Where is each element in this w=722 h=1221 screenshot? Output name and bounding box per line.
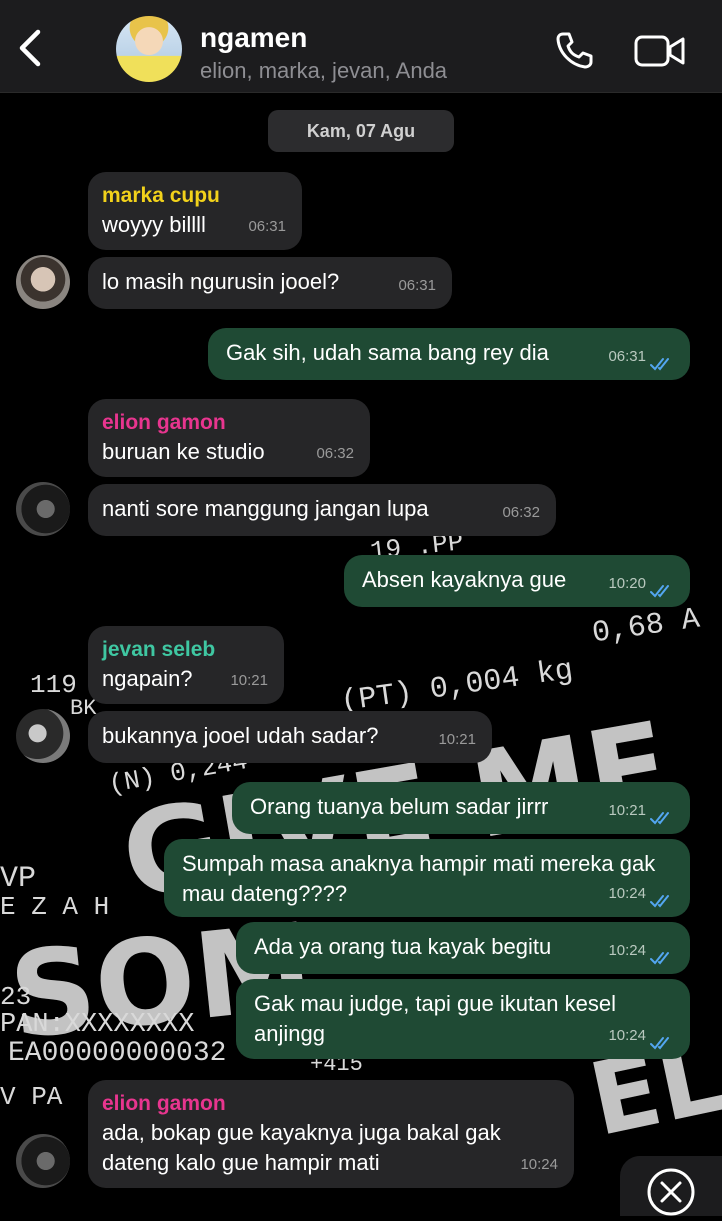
message-time: 10:24	[608, 942, 646, 959]
message-bubble-incoming[interactable]: jevan seleb ngapain? 10:21	[88, 626, 284, 704]
phone-icon[interactable]	[554, 30, 594, 70]
sender-avatar[interactable]	[16, 1134, 70, 1188]
message-bubble-outgoing[interactable]: Absen kayaknya gue 10:20	[344, 555, 690, 607]
back-chevron-icon[interactable]	[14, 26, 50, 70]
message-text: ada, bokap gue kayaknya juga bakal gak d…	[102, 1120, 501, 1175]
message-text: woyyy billll	[102, 212, 206, 237]
message-bubble-incoming[interactable]: bukannya jooel udah sadar? 10:21	[88, 711, 492, 763]
double-check-icon	[650, 812, 669, 825]
wallpaper-text: V PA	[0, 1082, 63, 1112]
message-bubble-incoming[interactable]: elion gamon buruan ke studio 06:32	[88, 399, 370, 477]
wallpaper-text: EA00000000032	[8, 1038, 227, 1069]
message-text: ngapain?	[102, 666, 193, 691]
message-time: 10:24	[608, 885, 646, 902]
message-time: 10:21	[438, 731, 476, 748]
double-check-icon	[650, 1037, 669, 1050]
message-time: 06:31	[248, 218, 286, 235]
message-text: Ada ya orang tua kayak begitu	[254, 934, 552, 959]
wallpaper-text: PAN:XXXXXXXX	[0, 1010, 195, 1040]
message-time: 10:24	[520, 1156, 558, 1173]
message-time: 10:24	[608, 1027, 646, 1044]
message-text: lo masih ngurusin jooel?	[102, 269, 340, 294]
message-bubble-incoming[interactable]: elion gamon ada, bokap gue kayaknya juga…	[88, 1080, 574, 1188]
group-title[interactable]: ngamen	[200, 22, 307, 54]
wallpaper-text: E Z A H	[0, 892, 110, 922]
message-bubble-outgoing[interactable]: Ada ya orang tua kayak begitu 10:24	[236, 922, 690, 974]
message-text: Sumpah masa anaknya hampir mati mereka g…	[182, 851, 656, 906]
message-text: bukannya jooel udah sadar?	[102, 723, 379, 748]
message-text: nanti sore manggung jangan lupa	[102, 496, 429, 521]
double-check-icon	[650, 952, 669, 965]
sender-name: elion gamon	[102, 411, 226, 434]
message-bubble-outgoing[interactable]: Orang tuanya belum sadar jirrr 10:21	[232, 782, 690, 834]
sender-name: elion gamon	[102, 1092, 226, 1115]
chat-header: ngamen elion, marka, jevan, Anda	[0, 0, 722, 93]
wallpaper-text: 0,68 A	[590, 602, 702, 652]
double-check-icon	[650, 585, 669, 598]
message-text: Absen kayaknya gue	[362, 567, 567, 592]
double-check-icon	[650, 358, 669, 371]
message-time: 10:21	[230, 672, 268, 689]
message-time: 06:31	[398, 277, 436, 294]
date-separator: Kam, 07 Agu	[268, 110, 454, 152]
sender-avatar[interactable]	[16, 255, 70, 309]
wallpaper-text: VP	[0, 862, 37, 896]
message-text: Gak sih, udah sama bang rey dia	[226, 340, 549, 365]
sender-name: jevan seleb	[102, 638, 216, 661]
scroll-down-icon	[647, 1168, 695, 1216]
message-bubble-incoming[interactable]: lo masih ngurusin jooel? 06:31	[88, 257, 452, 309]
group-members[interactable]: elion, marka, jevan, Anda	[200, 58, 447, 84]
message-bubble-outgoing[interactable]: Gak sih, udah sama bang rey dia 06:31	[208, 328, 690, 380]
message-bubble-incoming[interactable]: nanti sore manggung jangan lupa 06:32	[88, 484, 556, 536]
message-bubble-outgoing[interactable]: Gak mau judge, tapi gue ikutan kesel anj…	[236, 979, 690, 1059]
message-time: 06:31	[608, 348, 646, 365]
message-time: 10:20	[608, 575, 646, 592]
message-text: buruan ke studio	[102, 439, 265, 464]
message-time: 10:21	[608, 802, 646, 819]
wallpaper-text: 23	[0, 982, 32, 1012]
sender-avatar[interactable]	[16, 482, 70, 536]
message-bubble-incoming[interactable]: marka cupu woyyy billll 06:31	[88, 172, 302, 250]
scroll-down-button[interactable]	[620, 1156, 722, 1216]
message-bubble-outgoing[interactable]: Sumpah masa anaknya hampir mati mereka g…	[164, 839, 690, 917]
sender-avatar[interactable]	[16, 709, 70, 763]
message-time: 06:32	[316, 445, 354, 462]
group-avatar[interactable]	[116, 16, 182, 82]
double-check-icon	[650, 895, 669, 908]
message-text: Orang tuanya belum sadar jirrr	[250, 794, 549, 819]
message-time: 06:32	[502, 504, 540, 521]
sender-name: marka cupu	[102, 184, 220, 207]
video-camera-icon[interactable]	[634, 34, 686, 68]
